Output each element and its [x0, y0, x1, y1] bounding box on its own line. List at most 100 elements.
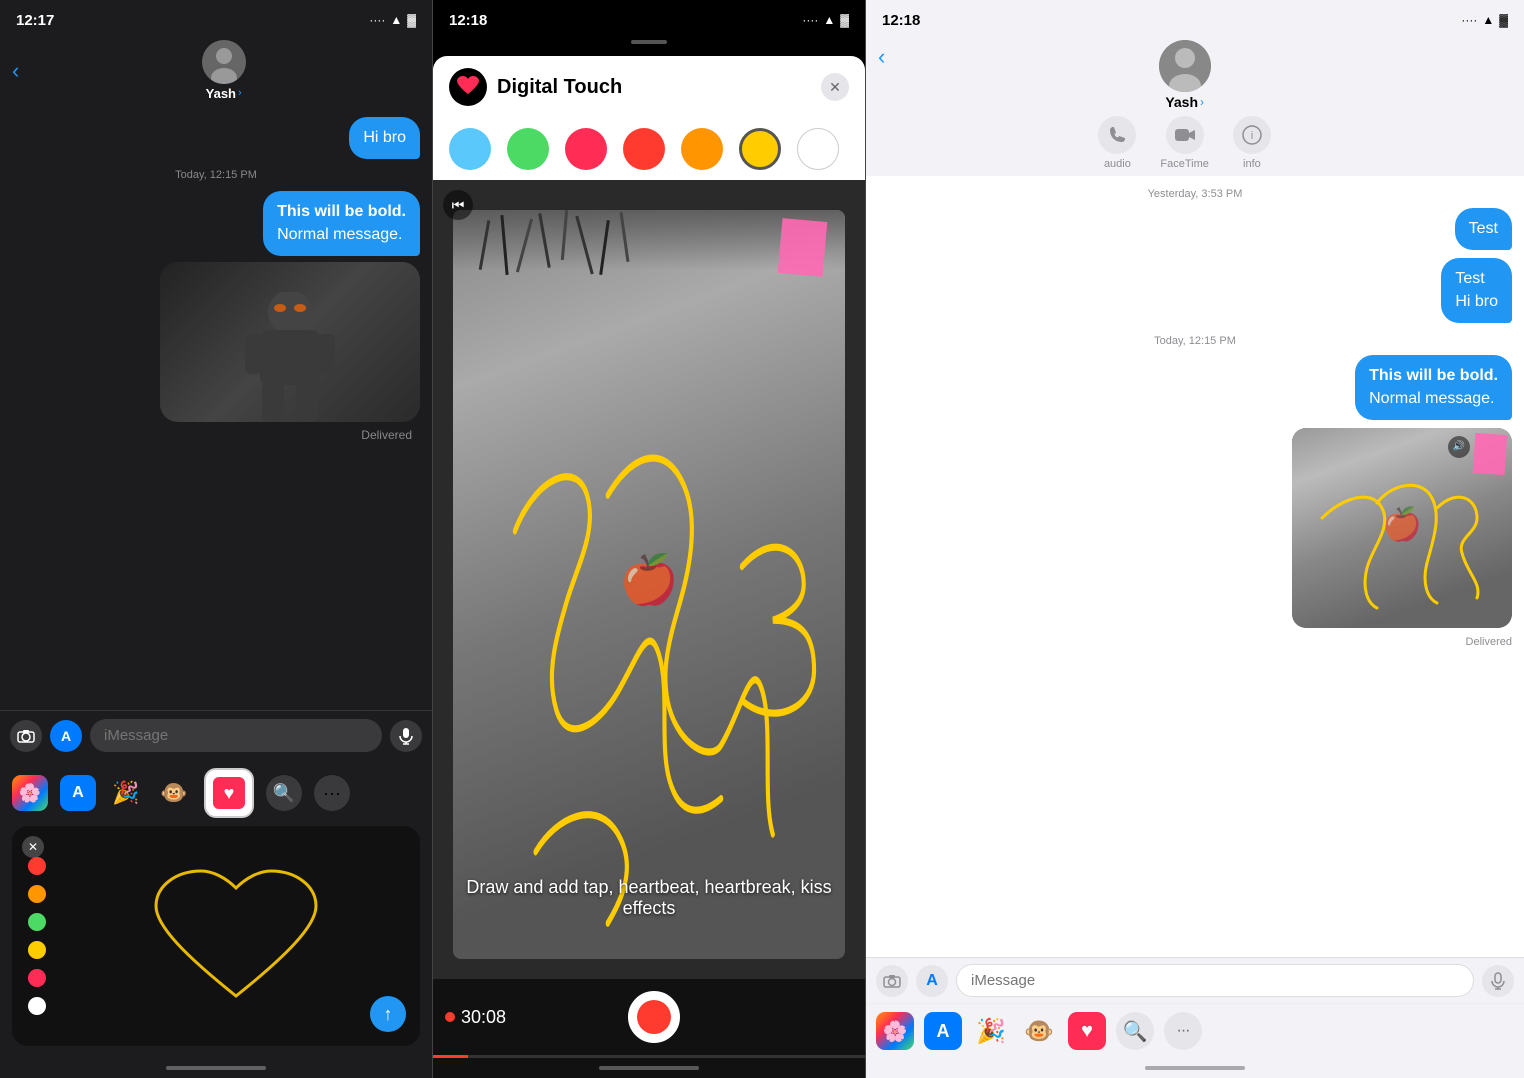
dt-color-red[interactable] [28, 857, 46, 875]
msg-time-yesterday: Yesterday, 3:53 PM [878, 188, 1512, 200]
action-facetime[interactable]: FaceTime [1160, 116, 1209, 170]
dt-back-arrow[interactable]: ⏮ [443, 190, 473, 220]
dt-clr-blue[interactable] [449, 128, 491, 170]
digital-touch-app-p3[interactable]: ♥ [1068, 1012, 1106, 1050]
dt-clr-red[interactable] [623, 128, 665, 170]
sticker-app-p1[interactable]: 🎉 [108, 775, 144, 811]
svg-text:i: i [1251, 130, 1253, 142]
bubble-test: Test [1455, 208, 1512, 250]
status-time-p3: 12:18 [882, 12, 920, 29]
dt-color-pink[interactable] [28, 969, 46, 987]
home-indicator-p2 [433, 1058, 865, 1078]
app-row-p3: 🌸 A 🎉 🐵 ♥ 🔍 ··· [866, 1003, 1524, 1058]
msg-status-p1: Delivered [12, 428, 412, 442]
contact-info-p1[interactable]: Yash › [27, 40, 420, 101]
contact-photo-p3[interactable]: 🐵 [1020, 1012, 1058, 1050]
imessage-input-p1[interactable] [90, 719, 382, 752]
imessage-input-p3[interactable] [956, 964, 1474, 997]
more-apps-p3[interactable]: ··· [1164, 1012, 1202, 1050]
msg-image-p3: 🍎 🔊 [1292, 428, 1512, 628]
panel-messages-light: 12:18 ···· ▲ ▓ ‹ Yash › [866, 0, 1524, 1078]
sticker-app-p3[interactable]: 🎉 [972, 1012, 1010, 1050]
dt-mini-close[interactable]: ✕ [22, 836, 44, 858]
dt-clr-orange[interactable] [681, 128, 723, 170]
signal-icon-p2: ···· [802, 13, 818, 27]
dt-clr-yellow[interactable] [739, 128, 781, 170]
dt-clr-pink[interactable] [565, 128, 607, 170]
contact-name-p1: Yash [206, 86, 236, 101]
home-bar-p3 [1145, 1066, 1245, 1070]
appstore-app-p1[interactable]: A [60, 775, 96, 811]
status-bar-p2: 12:18 ···· ▲ ▓ [433, 0, 865, 36]
dt-main-canvas[interactable]: 🍎 [433, 180, 865, 979]
audio-btn-p3[interactable] [1482, 965, 1514, 997]
dt-timer-text: 30:08 [461, 1007, 506, 1028]
dt-title: Digital Touch [497, 76, 622, 99]
input-bar-p1: A [0, 710, 432, 760]
dt-progress-bar [433, 1055, 865, 1058]
panel-digital-touch: 12:18 ···· ▲ ▓ Digital Touch ✕ [433, 0, 865, 1078]
dt-color-white[interactable] [28, 997, 46, 1015]
contact-photo-p1[interactable]: 🐵 [156, 775, 192, 811]
audio-icon-p3 [1098, 116, 1136, 154]
status-time-p2: 12:18 [449, 12, 487, 29]
nav-bar-p1: ‹ Yash › [0, 36, 432, 109]
msg-image-p1 [160, 262, 420, 422]
contact-name-p3: Yash [1165, 94, 1198, 110]
search-app-p3[interactable]: 🔍 [1116, 1012, 1154, 1050]
dt-canvas-mini[interactable] [64, 838, 408, 1034]
input-bar-p3: A [866, 957, 1524, 1003]
back-button-p1[interactable]: ‹ [12, 58, 19, 84]
search-app-p1[interactable]: 🔍 [266, 775, 302, 811]
back-btn-p3[interactable]: ‹ [878, 40, 885, 70]
dt-bottom-bar: 30:08 [433, 979, 865, 1055]
facetime-label: FaceTime [1160, 158, 1209, 170]
bubble-bold-p3: This will be bold.Normal message. [1355, 355, 1512, 420]
camera-btn-p3[interactable] [876, 965, 908, 997]
more-apps-p1[interactable]: ··· [314, 775, 350, 811]
appstore-app-p3[interactable]: A [924, 1012, 962, 1050]
status-icons-p3: ···· ▲ ▓ [1461, 13, 1508, 27]
audio-btn-p1[interactable] [390, 720, 422, 752]
digital-touch-selected-p1[interactable]: ♥ [204, 768, 254, 818]
dt-color-orange[interactable] [28, 885, 46, 903]
status-time-p1: 12:17 [16, 12, 54, 29]
msg-time-today-p3: Today, 12:15 PM [878, 335, 1512, 347]
camera-btn-p1[interactable] [10, 720, 42, 752]
dt-color-green[interactable] [28, 913, 46, 931]
dt-header-left: Digital Touch [449, 68, 622, 106]
dt-timer-dot [445, 1012, 455, 1022]
dt-caption: Draw and add tap, heartbeat, heartbreak,… [433, 877, 865, 919]
msg-time-p1: Today, 12:15 PM [12, 169, 420, 181]
action-info[interactable]: i info [1233, 116, 1271, 170]
photos-app-p3[interactable]: 🌸 [876, 1012, 914, 1050]
battery-icon-p2: ▓ [840, 13, 849, 27]
dt-clr-green[interactable] [507, 128, 549, 170]
battery-icon-p3: ▓ [1499, 13, 1508, 27]
status-bar-panel1: 12:17 ···· ▲ ▓ [0, 0, 432, 36]
dt-close-btn[interactable]: ✕ [821, 73, 849, 101]
info-icon-p3: i [1233, 116, 1271, 154]
appstore-btn-p3[interactable]: A [916, 965, 948, 997]
dt-header: Digital Touch ✕ [433, 56, 865, 118]
battery-icon: ▓ [407, 13, 416, 27]
dt-color-row [433, 118, 865, 180]
drag-bar [631, 40, 667, 44]
dt-send-btn[interactable]: ↑ [370, 996, 406, 1032]
action-audio[interactable]: audio [1098, 116, 1136, 170]
photos-app-p1[interactable]: 🌸 [12, 775, 48, 811]
nav-p3: ‹ Yash › [866, 36, 1524, 176]
p3-actions: audio FaceTime i [1098, 116, 1271, 170]
signal-icon: ···· [369, 13, 385, 27]
signal-icon-p3: ···· [1461, 13, 1477, 27]
dt-clr-white[interactable] [797, 128, 839, 170]
dt-color-yellow[interactable] [28, 941, 46, 959]
home-bar-p1 [166, 1066, 266, 1070]
appstore-btn-p1[interactable]: A [50, 720, 82, 752]
wifi-icon: ▲ [390, 13, 402, 27]
facetime-icon-p3 [1166, 116, 1204, 154]
bubble-hibro: Hi bro [349, 117, 420, 159]
home-indicator-p3 [866, 1058, 1524, 1078]
dt-colors-col [28, 857, 46, 1015]
dt-record-btn[interactable] [628, 991, 680, 1043]
